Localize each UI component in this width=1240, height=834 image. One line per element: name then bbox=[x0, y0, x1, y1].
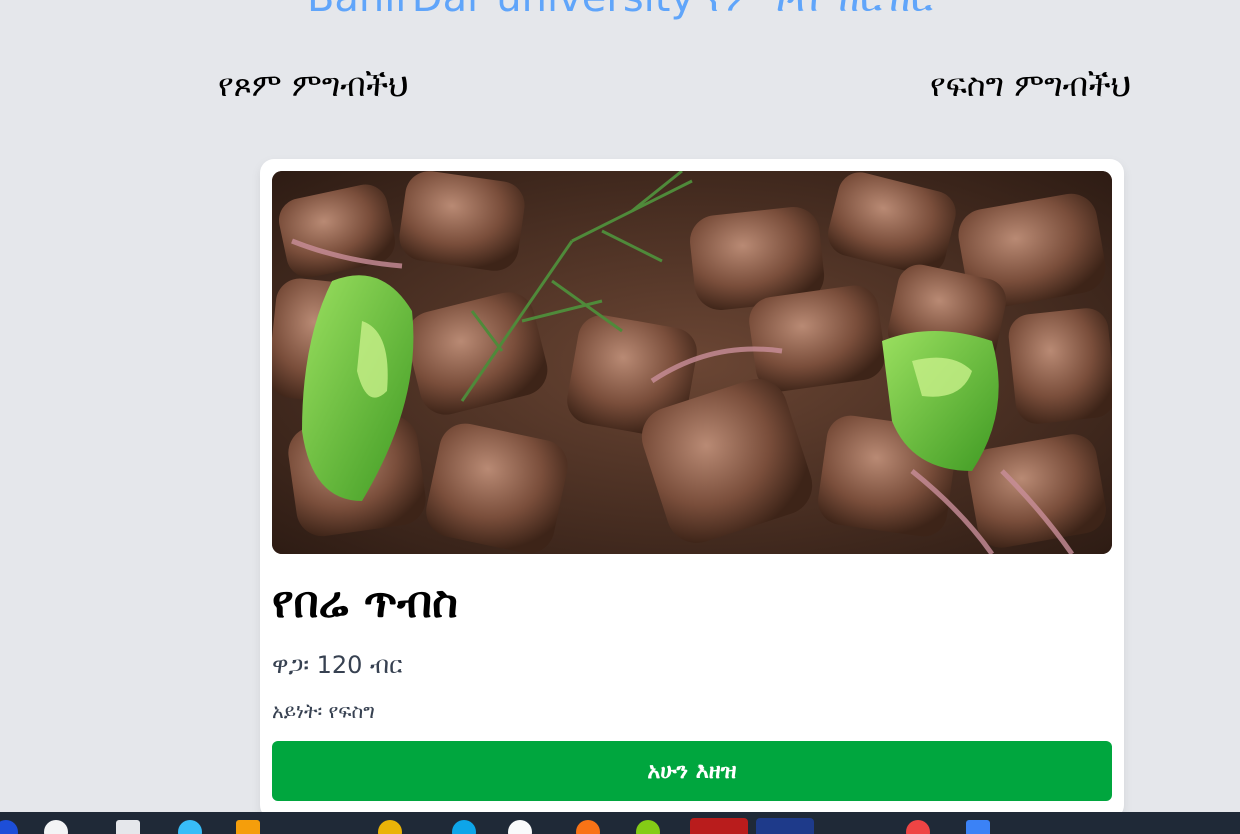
food-type: አይነት፡ የፍስግ bbox=[272, 699, 375, 723]
food-price: ዋጋ፡ 120 ብር bbox=[272, 651, 403, 679]
food-image bbox=[272, 171, 1112, 554]
tab-non-fasting-food[interactable]: የፍስግ ምግብችህ bbox=[930, 66, 1131, 104]
site-title: BahirDar university የምግብ ዝርዝር bbox=[0, 0, 1240, 22]
search-icon[interactable] bbox=[44, 820, 68, 834]
app-icon[interactable] bbox=[452, 820, 476, 834]
active-app-icon[interactable] bbox=[690, 818, 748, 834]
task-view-icon[interactable] bbox=[116, 820, 140, 834]
edge-icon[interactable] bbox=[178, 820, 202, 834]
chrome-icon[interactable] bbox=[508, 820, 532, 834]
page: BahirDar university የምግብ ዝርዝር የጾም ምግብችህ … bbox=[0, 0, 1240, 834]
app-icon[interactable] bbox=[906, 820, 930, 834]
active-app-icon[interactable] bbox=[756, 818, 814, 834]
taskbar bbox=[0, 812, 1240, 834]
app-icon[interactable] bbox=[966, 820, 990, 834]
app-icon[interactable] bbox=[378, 820, 402, 834]
tab-fasting-food[interactable]: የጾም ምግብችህ bbox=[218, 66, 409, 104]
food-card: የበሬ ጥብስ ዋጋ፡ 120 ብር አይነት፡ የፍስግ አሁን እዘዝ bbox=[260, 159, 1124, 819]
order-now-button[interactable]: አሁን እዘዝ bbox=[272, 741, 1112, 801]
app-icon[interactable] bbox=[636, 820, 660, 834]
app-icon[interactable] bbox=[576, 820, 600, 834]
start-icon[interactable] bbox=[0, 820, 18, 834]
file-explorer-icon[interactable] bbox=[236, 820, 260, 834]
food-name: የበሬ ጥብስ bbox=[272, 577, 458, 628]
